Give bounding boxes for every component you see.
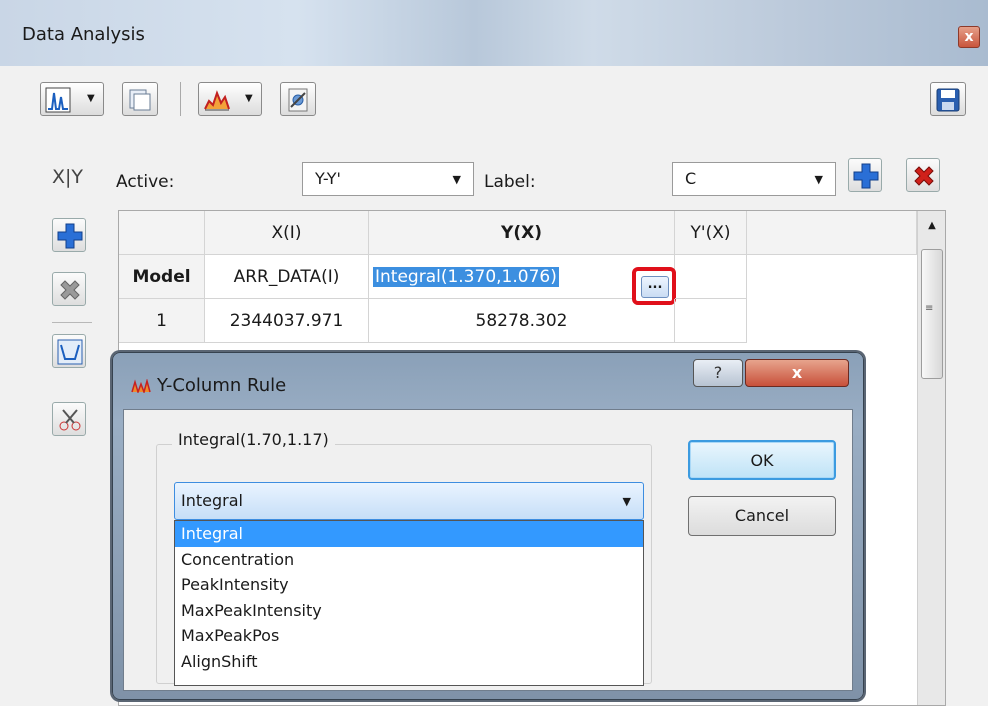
settings-button[interactable] xyxy=(280,82,316,116)
active-select[interactable]: Y-Y' ▼ xyxy=(302,162,474,196)
delete-icon xyxy=(914,166,934,186)
row-header-1[interactable]: 1 xyxy=(119,299,205,343)
chart-icon xyxy=(204,90,230,111)
rule-option-alignshift[interactable]: AlignShift xyxy=(175,649,643,675)
active-label: Active: xyxy=(116,172,175,192)
delete-label-button[interactable] xyxy=(906,158,940,192)
rule-dropdown-list: Integral Concentration PeakIntensity Max… xyxy=(174,520,644,686)
window-close-button[interactable]: x xyxy=(958,26,980,48)
chevron-down-icon: ▼ xyxy=(622,495,631,508)
label-label: Label: xyxy=(484,172,536,192)
delete-icon xyxy=(60,280,80,300)
chevron-down-icon: ▼ xyxy=(814,173,823,186)
scroll-grip-icon: ≡ xyxy=(925,303,934,314)
cancel-button[interactable]: Cancel xyxy=(688,496,836,536)
spectrum-dropdown-button[interactable]: ▼ xyxy=(40,82,104,116)
dialog-titlebar: Y-Column Rule ? x xyxy=(113,353,863,409)
cell-1-x[interactable]: 2344037.971 xyxy=(205,299,369,343)
column-header-empty xyxy=(747,211,917,255)
add-label-button[interactable] xyxy=(848,158,882,192)
window-title: Data Analysis xyxy=(22,24,145,45)
chevron-down-icon: ▼ xyxy=(87,93,95,104)
cell-model-x[interactable]: ARR_DATA(I) xyxy=(205,255,369,299)
baseline-button[interactable] xyxy=(52,334,86,368)
active-select-value: Y-Y' xyxy=(315,169,341,188)
rule-option-maxpeakintensity[interactable]: MaxPeakIntensity xyxy=(175,598,643,624)
dialog-close-button[interactable]: x xyxy=(745,359,849,387)
cell-model-y[interactable]: Integral(1.370,1.076) xyxy=(369,255,675,299)
save-icon xyxy=(936,88,960,112)
scissors-icon xyxy=(59,409,81,431)
spectrum-icon xyxy=(45,87,71,113)
cell-model-yprime[interactable] xyxy=(675,255,747,299)
rule-select[interactable]: Integral ▼ xyxy=(174,482,644,520)
plus-icon xyxy=(57,223,83,249)
settings-icon xyxy=(288,88,308,112)
xy-icon: X|Y xyxy=(52,166,84,188)
rule-option-integral[interactable]: Integral xyxy=(175,521,643,547)
column-header-x[interactable]: X(I) xyxy=(205,211,369,255)
ellipsis-button[interactable]: ... xyxy=(641,276,669,298)
chevron-down-icon: ▼ xyxy=(452,173,461,186)
grid-corner xyxy=(119,211,205,255)
dialog-title: Y-Column Rule xyxy=(157,375,287,396)
window-titlebar: Data Analysis x xyxy=(0,0,988,66)
rule-option-concentration[interactable]: Concentration xyxy=(175,547,643,573)
dialog-body: Integral(1.70,1.17) Integral ▼ Integral … xyxy=(123,409,853,691)
label-select[interactable]: C ▼ xyxy=(672,162,836,196)
cut-button[interactable] xyxy=(52,402,86,436)
ok-button[interactable]: OK xyxy=(688,440,836,480)
chevron-down-icon: ▼ xyxy=(245,93,253,104)
rule-group-label: Integral(1.70,1.17) xyxy=(172,430,335,449)
cell-1-yprime[interactable] xyxy=(675,299,747,343)
rule-option-maxpeakpos[interactable]: MaxPeakPos xyxy=(175,623,643,649)
grid-scrollbar[interactable]: ▲ ≡ xyxy=(917,211,945,705)
app-icon xyxy=(131,379,151,393)
rule-select-value: Integral xyxy=(181,491,243,510)
cell-1-y[interactable]: 58278.302 xyxy=(369,299,675,343)
chart-dropdown-button[interactable]: ▼ xyxy=(198,82,262,116)
cell-model-y-text: Integral(1.370,1.076) xyxy=(373,267,559,287)
label-select-value: C xyxy=(685,169,697,188)
rule-option-peakintensity[interactable]: PeakIntensity xyxy=(175,572,643,598)
copy-button[interactable] xyxy=(122,82,158,116)
toolbar-separator xyxy=(180,82,181,116)
help-button[interactable]: ? xyxy=(693,359,743,387)
copy-icon xyxy=(129,89,151,111)
scroll-up-icon[interactable]: ▲ xyxy=(918,211,945,241)
baseline-icon xyxy=(57,339,83,365)
save-button[interactable] xyxy=(930,82,966,116)
row-header-model[interactable]: Model xyxy=(119,255,205,299)
column-header-y[interactable]: Y(X) xyxy=(369,211,675,255)
plus-icon xyxy=(853,163,879,189)
delete-row-button[interactable] xyxy=(52,272,86,306)
y-column-rule-dialog: Y-Column Rule ? x Integral(1.70,1.17) In… xyxy=(112,352,864,700)
side-separator xyxy=(52,322,92,323)
column-header-yprime[interactable]: Y'(X) xyxy=(675,211,747,255)
add-row-button[interactable] xyxy=(52,218,86,252)
scroll-thumb[interactable] xyxy=(921,249,943,379)
